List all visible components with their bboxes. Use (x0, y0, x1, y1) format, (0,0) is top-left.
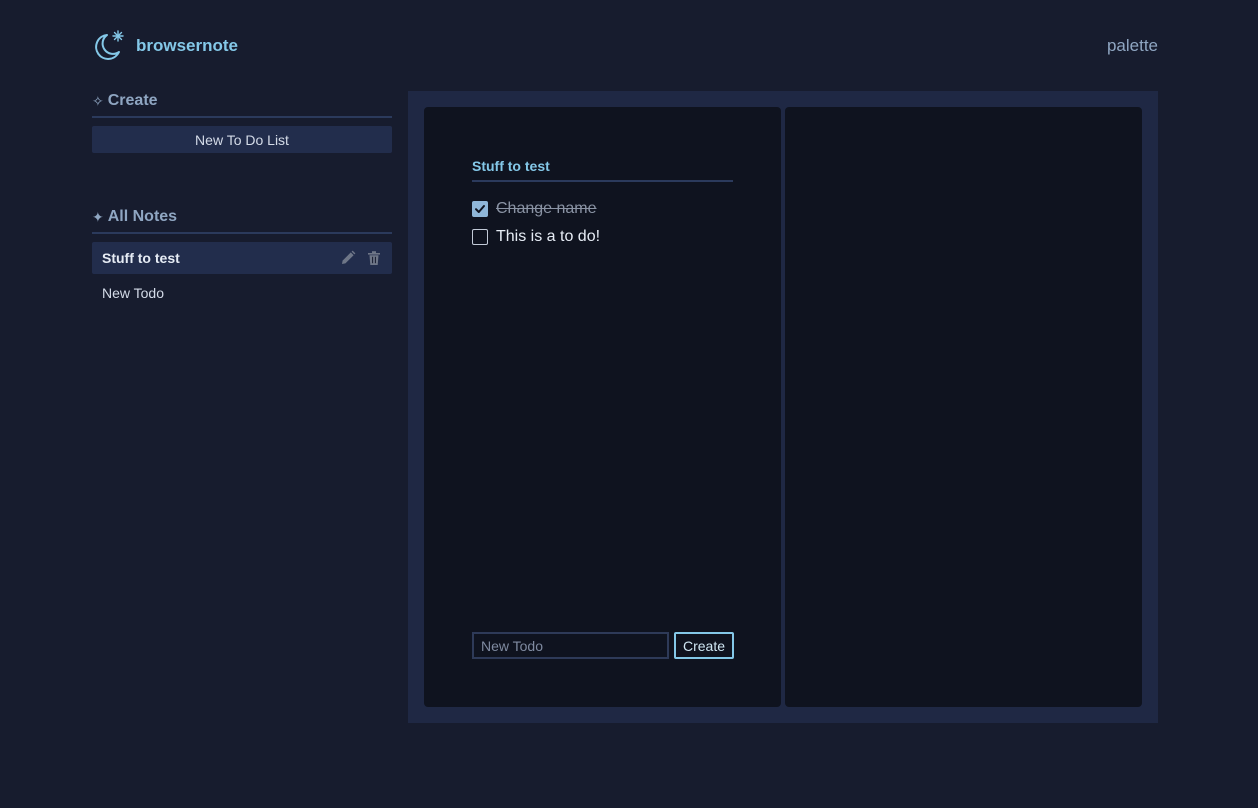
sparkle-outline-icon: ✧ (92, 92, 104, 109)
workspace: Stuff to test Change name This is a to d… (408, 91, 1158, 723)
todo-list: Change name This is a to do! (472, 195, 600, 251)
checkmark-icon (475, 205, 485, 213)
create-todo-button[interactable]: Create (674, 632, 734, 659)
app-header: browsernote palette (92, 30, 1158, 62)
brand[interactable]: browsernote (92, 30, 238, 62)
create-heading-label: Create (107, 92, 158, 109)
all-notes-heading: ✦ All Notes (92, 208, 392, 234)
new-todo-input[interactable] (472, 632, 669, 659)
moon-star-icon (95, 30, 124, 60)
note-item-label: Stuff to test (102, 250, 180, 266)
new-todo-list-button[interactable]: New To Do List (92, 126, 392, 153)
todo-item: Change name (472, 195, 600, 223)
all-notes-heading-label: All Notes (107, 208, 178, 225)
todo-text[interactable]: This is a to do! (496, 228, 600, 246)
sidebar: ✧ Create New To Do List ✦ All Notes Stuf… (92, 92, 392, 309)
create-heading: ✧ Create (92, 92, 392, 118)
todo-text[interactable]: Change name (496, 200, 597, 218)
pencil-icon[interactable] (340, 250, 356, 266)
note-list: Stuff to test New Todo (92, 242, 392, 309)
sparkle-filled-icon: ✦ (92, 208, 104, 225)
palette-link[interactable]: palette (1107, 36, 1158, 56)
create-section: ✧ Create New To Do List (92, 92, 392, 153)
brand-name: browsernote (136, 36, 239, 55)
note-item-new-todo[interactable]: New Todo (92, 277, 392, 309)
todo-checkbox-checked[interactable] (472, 201, 488, 217)
new-todo-form: Create (472, 632, 734, 659)
todo-checkbox-unchecked[interactable] (472, 229, 488, 245)
note-item-label: New Todo (102, 285, 165, 301)
note-actions (340, 250, 382, 266)
todo-item: This is a to do! (472, 223, 600, 251)
note-title: Stuff to test (472, 158, 733, 182)
editor-pane: Stuff to test Change name This is a to d… (424, 107, 781, 707)
trash-icon[interactable] (366, 250, 382, 266)
note-item-stuff-to-test[interactable]: Stuff to test (92, 242, 392, 274)
all-notes-section: ✦ All Notes Stuff to test New Todo (92, 208, 392, 309)
preview-pane (785, 107, 1142, 707)
